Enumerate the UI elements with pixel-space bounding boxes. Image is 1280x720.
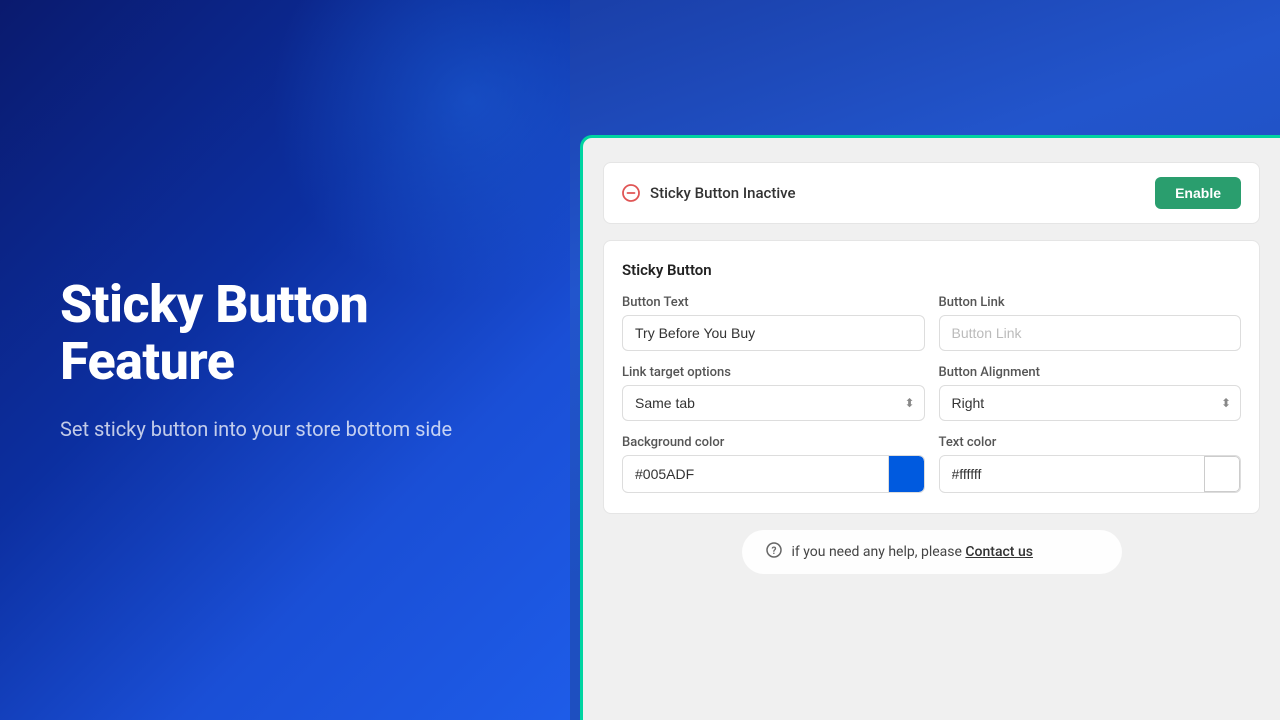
button-alignment-select[interactable]: Left Center Right <box>939 385 1242 421</box>
contact-us-link[interactable]: Contact us <box>965 544 1033 560</box>
bg-color-text-input[interactable] <box>623 457 888 491</box>
app-container: Sticky Button Inactive Enable Sticky But… <box>580 135 1280 720</box>
link-target-wrapper: Same tab New tab ⬍ <box>622 385 925 421</box>
text-color-text-input[interactable] <box>940 457 1205 491</box>
status-left: Sticky Button Inactive <box>622 184 796 202</box>
help-bar: ? if you need any help, please Contact u… <box>742 530 1122 574</box>
button-link-input[interactable] <box>939 315 1242 351</box>
svg-text:?: ? <box>771 546 776 557</box>
link-target-group: Link target options Same tab New tab ⬍ <box>622 365 925 421</box>
bg-color-swatch[interactable] <box>888 456 924 492</box>
text-color-label: Text color <box>939 435 1242 450</box>
enable-button[interactable]: Enable <box>1155 177 1241 209</box>
link-target-label: Link target options <box>622 365 925 380</box>
button-text-label: Button Text <box>622 295 925 310</box>
card-title: Sticky Button <box>622 261 1241 279</box>
bg-color-input-wrapper <box>622 455 925 493</box>
hero-title: Sticky Button Feature <box>60 276 510 390</box>
bg-color-label: Background color <box>622 435 925 450</box>
button-link-group: Button Link <box>939 295 1242 351</box>
help-text: if you need any help, please Contact us <box>792 544 1033 560</box>
status-bar: Sticky Button Inactive Enable <box>603 162 1260 224</box>
text-color-group: Text color <box>939 435 1242 493</box>
status-text: Sticky Button Inactive <box>650 184 796 202</box>
button-text-group: Button Text <box>622 295 925 351</box>
help-message: if you need any help, please <box>792 544 962 560</box>
text-color-input-wrapper <box>939 455 1242 493</box>
help-icon: ? <box>766 542 782 562</box>
bg-color-group: Background color <box>622 435 925 493</box>
link-target-select[interactable]: Same tab New tab <box>622 385 925 421</box>
button-text-input[interactable] <box>622 315 925 351</box>
inactive-icon <box>622 184 640 202</box>
button-link-label: Button Link <box>939 295 1242 310</box>
button-alignment-label: Button Alignment <box>939 365 1242 380</box>
sticky-button-card: Sticky Button Button Text Button Link <box>603 240 1260 514</box>
button-alignment-wrapper: Left Center Right ⬍ <box>939 385 1242 421</box>
right-panel: Sticky Button Inactive Enable Sticky But… <box>570 0 1280 720</box>
left-panel: Sticky Button Feature Set sticky button … <box>0 0 570 720</box>
hero-subtitle: Set sticky button into your store bottom… <box>60 414 510 444</box>
text-color-swatch[interactable] <box>1204 456 1240 492</box>
button-alignment-group: Button Alignment Left Center Right ⬍ <box>939 365 1242 421</box>
